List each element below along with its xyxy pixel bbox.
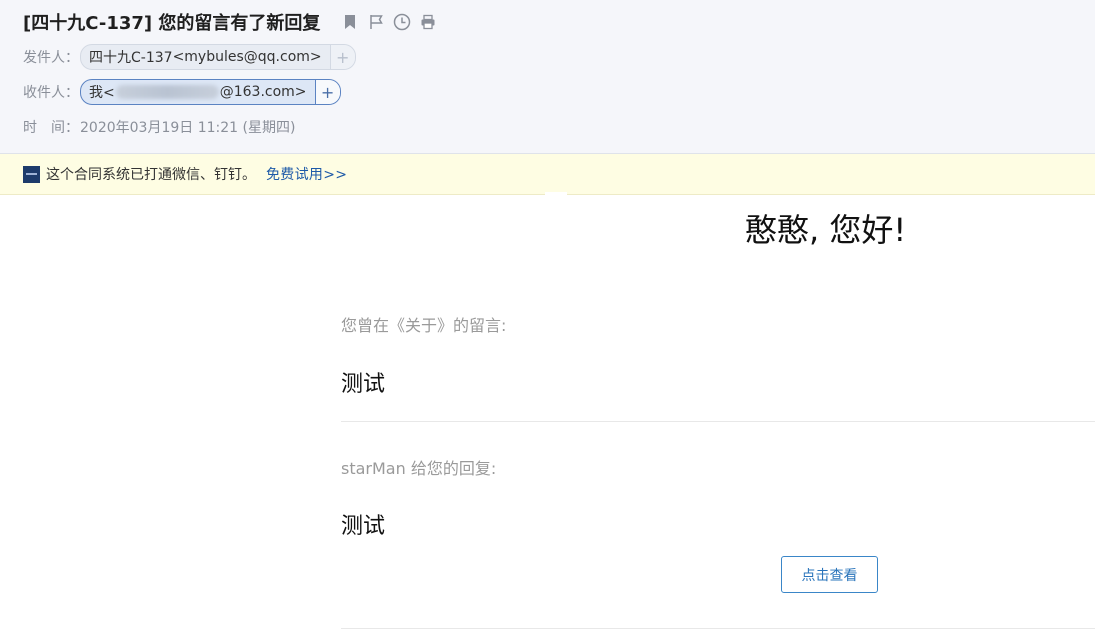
notice-logo-icon [23, 165, 40, 183]
subject-row: [四十九C-137] 您的留言有了新回复 [23, 9, 438, 35]
add-recipient-button[interactable]: + [314, 80, 340, 104]
sender-contact[interactable]: 四十九C-137 <mybules@qq.com> [81, 45, 330, 69]
divider [341, 421, 1095, 422]
time-label: 时 间： [23, 120, 79, 136]
sent-time: 2020年03月19日 11:21 (星期四) [80, 120, 296, 136]
sender-address: <mybules@qq.com> [172, 49, 322, 65]
sender-chip[interactable]: 四十九C-137 <mybules@qq.com> + [80, 44, 356, 70]
from-row: 发件人： 四十九C-137 <mybules@qq.com> + [23, 44, 356, 70]
greeting-title: 憨憨, 您好! [745, 211, 907, 249]
recipient-contact[interactable]: 我< @163.com> [81, 80, 315, 104]
recipient-address-suffix: @163.com> [219, 84, 307, 100]
reply-content: 测试 [341, 514, 386, 539]
notice-notch [545, 192, 567, 200]
clock-icon[interactable] [392, 12, 412, 32]
recipient-name: 我< [89, 85, 115, 101]
time-row: 时 间： 2020年03月19日 11:21 (星期四) [23, 117, 295, 137]
ad-notice-bar: 这个合同系统已打通微信、钉钉。 免费试用>> [0, 154, 1095, 195]
to-row: 收件人： 我< @163.com> + [23, 79, 341, 105]
original-message-label: 您曾在《关于》的留言: [341, 316, 507, 335]
email-subject: [四十九C-137] 您的留言有了新回复 [23, 13, 321, 34]
flag-icon[interactable] [366, 12, 386, 32]
to-label: 收件人： [23, 85, 79, 101]
email-header: [四十九C-137] 您的留言有了新回复 发件人： 四十九C-137 <mybul… [0, 0, 1095, 154]
original-message-content: 测试 [341, 372, 386, 397]
divider [341, 628, 1095, 629]
notice-text: 这个合同系统已打通微信、钉钉。 [46, 167, 256, 183]
bookmark-icon[interactable] [340, 12, 360, 32]
add-sender-button[interactable]: + [329, 45, 355, 69]
free-trial-link[interactable]: 免费试用>> [266, 164, 347, 184]
recipient-chip[interactable]: 我< @163.com> + [80, 79, 341, 105]
email-toolbar [340, 12, 438, 32]
reply-label: starMan 给您的回复: [341, 459, 497, 478]
print-icon[interactable] [418, 12, 438, 32]
sender-name: 四十九C-137 [89, 50, 173, 66]
from-label: 发件人： [23, 50, 79, 66]
view-reply-button[interactable]: 点击查看 [781, 556, 878, 593]
redacted-address [115, 85, 219, 99]
